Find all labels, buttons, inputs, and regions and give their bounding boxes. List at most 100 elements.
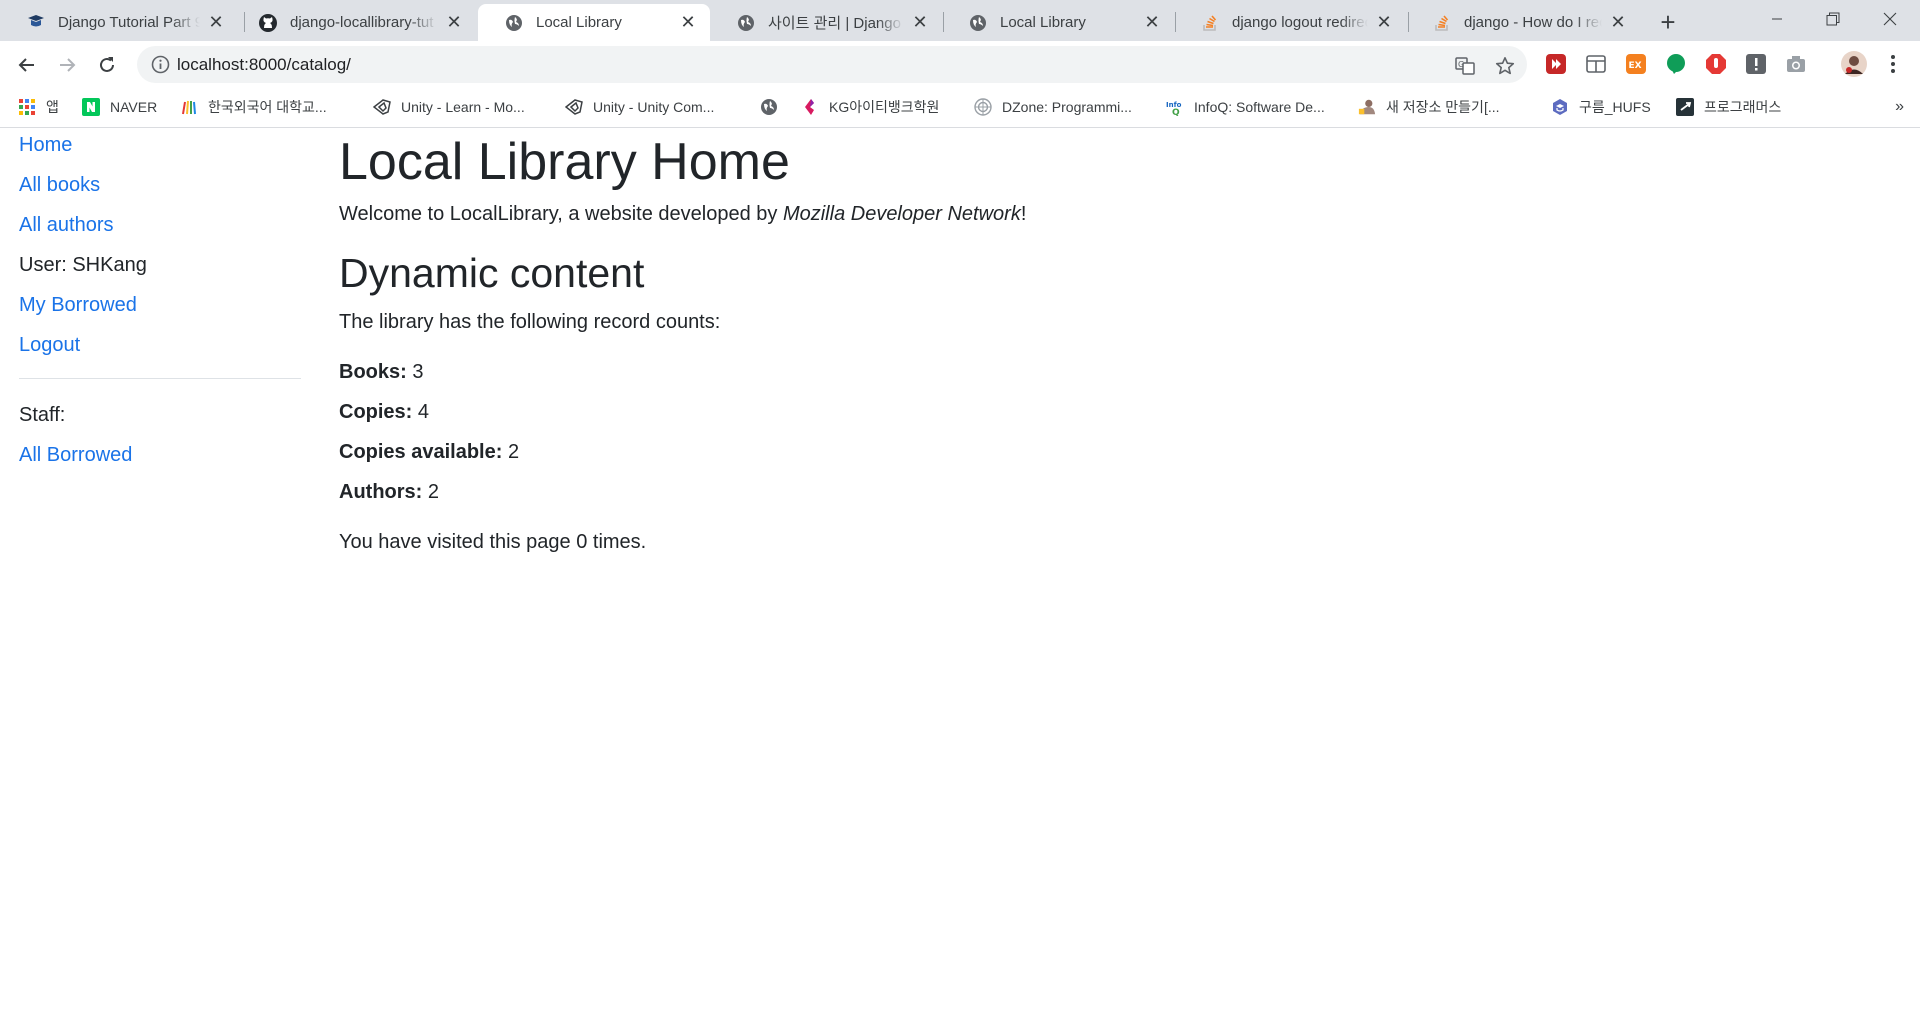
tab-title: Local Library — [1000, 14, 1086, 31]
back-arrow-icon — [18, 58, 34, 72]
bookmark-naver[interactable]: NAVER — [82, 95, 157, 119]
bookmark-goorm[interactable]: 구름_HUFS — [1551, 95, 1651, 119]
count-value: 2 — [427, 481, 440, 503]
sidebar-link-home[interactable]: Home — [19, 134, 72, 157]
window-close-icon[interactable] — [1862, 0, 1918, 38]
bookmark-new-repo[interactable]: 새 저장소 만들기[... — [1358, 95, 1500, 119]
bookmark-label: 프로그래머스 — [1704, 99, 1782, 115]
bookmark-unity-learn[interactable]: Unity - Learn - Mo... — [373, 95, 525, 119]
globe-icon — [760, 98, 778, 116]
programmers-icon — [1676, 98, 1694, 116]
bookmark-kg-itbank[interactable]: KG아이티뱅크학원 — [801, 95, 939, 119]
close-icon[interactable]: ✕ — [678, 12, 698, 33]
bookmark-unity-community[interactable]: Unity - Unity Com... — [565, 95, 714, 119]
close-icon[interactable]: ✕ — [444, 12, 464, 33]
tab-github[interactable]: django-locallibrary-tut ✕ — [232, 4, 476, 41]
globe-icon — [968, 13, 988, 33]
sidebar-current-user: User: SHKang — [19, 254, 147, 276]
green-chat-icon[interactable] — [1665, 53, 1687, 75]
bookmark-dzone[interactable]: DZone: Programmi... — [974, 95, 1132, 119]
bookmark-infoq[interactable]: Info Q InfoQ: Software De... — [1166, 95, 1325, 119]
bookmark-label: NAVER — [110, 99, 158, 115]
count-label: Authors: — [339, 481, 423, 503]
url-text[interactable]: localhost:8000/catalog/ — [177, 55, 351, 75]
exclamation-extension-icon[interactable] — [1745, 53, 1767, 75]
reload-button[interactable] — [91, 49, 123, 81]
reader-mode-icon[interactable] — [1585, 53, 1607, 75]
screenshot-camera-icon[interactable] — [1785, 53, 1807, 75]
red-extension-icon[interactable] — [1545, 53, 1567, 75]
tab-title: django - How do I rec — [1464, 14, 1602, 31]
forward-button[interactable] — [51, 49, 83, 81]
tab-site-admin[interactable]: 사이트 관리 | Django ✕ — [710, 4, 942, 41]
forward-arrow-icon — [60, 58, 76, 72]
address-bar[interactable]: localhost:8000/catalog/ G — [137, 46, 1527, 83]
welcome-suffix: ! — [1020, 203, 1027, 225]
count-copies: Copies: 4 — [339, 401, 429, 424]
menu-dots-icon[interactable] — [1882, 53, 1904, 75]
repo-icon — [1358, 98, 1376, 116]
sidebar-divider — [19, 378, 301, 379]
tab-local-library[interactable]: Local Library ✕ — [942, 4, 1174, 41]
tab-title: django logout redirect — [1232, 14, 1368, 31]
count-value: 4 — [417, 401, 430, 423]
count-label: Copies: — [339, 401, 413, 423]
github-icon — [258, 13, 278, 33]
close-icon[interactable]: ✕ — [1608, 12, 1628, 33]
count-books: Books: 3 — [339, 361, 423, 384]
record-counts-intro: The library has the following record cou… — [339, 311, 721, 333]
bookmark-hufs[interactable]: 한국외국어 대학교... — [180, 95, 327, 119]
browser-toolbar: localhost:8000/catalog/ G EX — [0, 41, 1920, 88]
close-icon[interactable]: ✕ — [910, 12, 930, 33]
globe-icon — [504, 13, 524, 33]
adblock-icon[interactable] — [1705, 53, 1727, 75]
tab-title: 사이트 관리 | Django — [768, 15, 901, 32]
tab-title: Local Library — [536, 14, 622, 31]
bookmark-label: Unity - Learn - Mo... — [401, 99, 525, 115]
welcome-developer: Mozilla Developer Network — [782, 203, 1021, 225]
tab-django-how-do-i[interactable]: django - How do I rec ✕ — [1406, 4, 1640, 41]
bookmark-label: 한국외국어 대학교... — [208, 99, 327, 115]
ex-extension-icon[interactable]: EX — [1625, 53, 1647, 75]
reload-icon — [100, 57, 114, 72]
svg-text:G: G — [1458, 60, 1464, 69]
profile-avatar[interactable] — [1840, 50, 1868, 78]
count-label: Copies available: — [339, 441, 503, 463]
translate-icon[interactable]: G — [1453, 54, 1477, 78]
minimize-icon[interactable] — [1749, 0, 1805, 38]
visit-counter: You have visited this page 0 times. — [339, 531, 647, 553]
close-icon[interactable]: ✕ — [1374, 12, 1394, 33]
sidebar-link-logout[interactable]: Logout — [19, 334, 80, 357]
bookmarks-overflow-button[interactable]: » — [1895, 98, 1904, 116]
bookmark-apps[interactable]: 앱 — [18, 95, 59, 119]
tab-django-logout[interactable]: django logout redirect ✕ — [1174, 4, 1406, 41]
tab-django-tutorial[interactable]: Django Tutorial Part 9 ✕ — [0, 4, 238, 41]
goorm-icon — [1551, 98, 1569, 116]
page-title: Local Library Home — [339, 133, 790, 191]
restore-icon[interactable] — [1805, 0, 1861, 38]
back-button[interactable] — [11, 49, 43, 81]
unity-icon — [373, 98, 391, 116]
tab-title: Django Tutorial Part 9 — [58, 14, 200, 31]
info-icon[interactable] — [151, 55, 170, 74]
infoq-icon: Info Q — [1166, 98, 1184, 116]
sidebar-link-all-books[interactable]: All books — [19, 174, 100, 197]
dzone-icon — [974, 98, 992, 116]
stackoverflow-icon — [1200, 13, 1220, 33]
welcome-prefix: Welcome to LocalLibrary, a website devel… — [339, 203, 783, 225]
tab-local-library-active[interactable]: Local Library ✕ — [478, 4, 710, 41]
tab-title: django-locallibrary-tut — [290, 14, 434, 31]
new-tab-button[interactable]: + — [1654, 7, 1682, 37]
bookmark-label: DZone: Programmi... — [1002, 99, 1132, 115]
kg-icon — [801, 98, 819, 116]
sidebar-link-all-borrowed[interactable]: All Borrowed — [19, 444, 132, 467]
sidebar-link-all-authors[interactable]: All authors — [19, 214, 114, 237]
bookmark-programmers[interactable]: 프로그래머스 — [1676, 95, 1781, 119]
bookmark-globe[interactable] — [760, 95, 788, 119]
sidebar-link-my-borrowed[interactable]: My Borrowed — [19, 294, 137, 317]
bookmark-label: 앱 — [46, 99, 59, 115]
close-icon[interactable]: ✕ — [206, 12, 226, 33]
bookmark-star-icon[interactable] — [1493, 54, 1517, 78]
close-icon[interactable]: ✕ — [1142, 12, 1162, 33]
count-value: 2 — [507, 441, 520, 463]
